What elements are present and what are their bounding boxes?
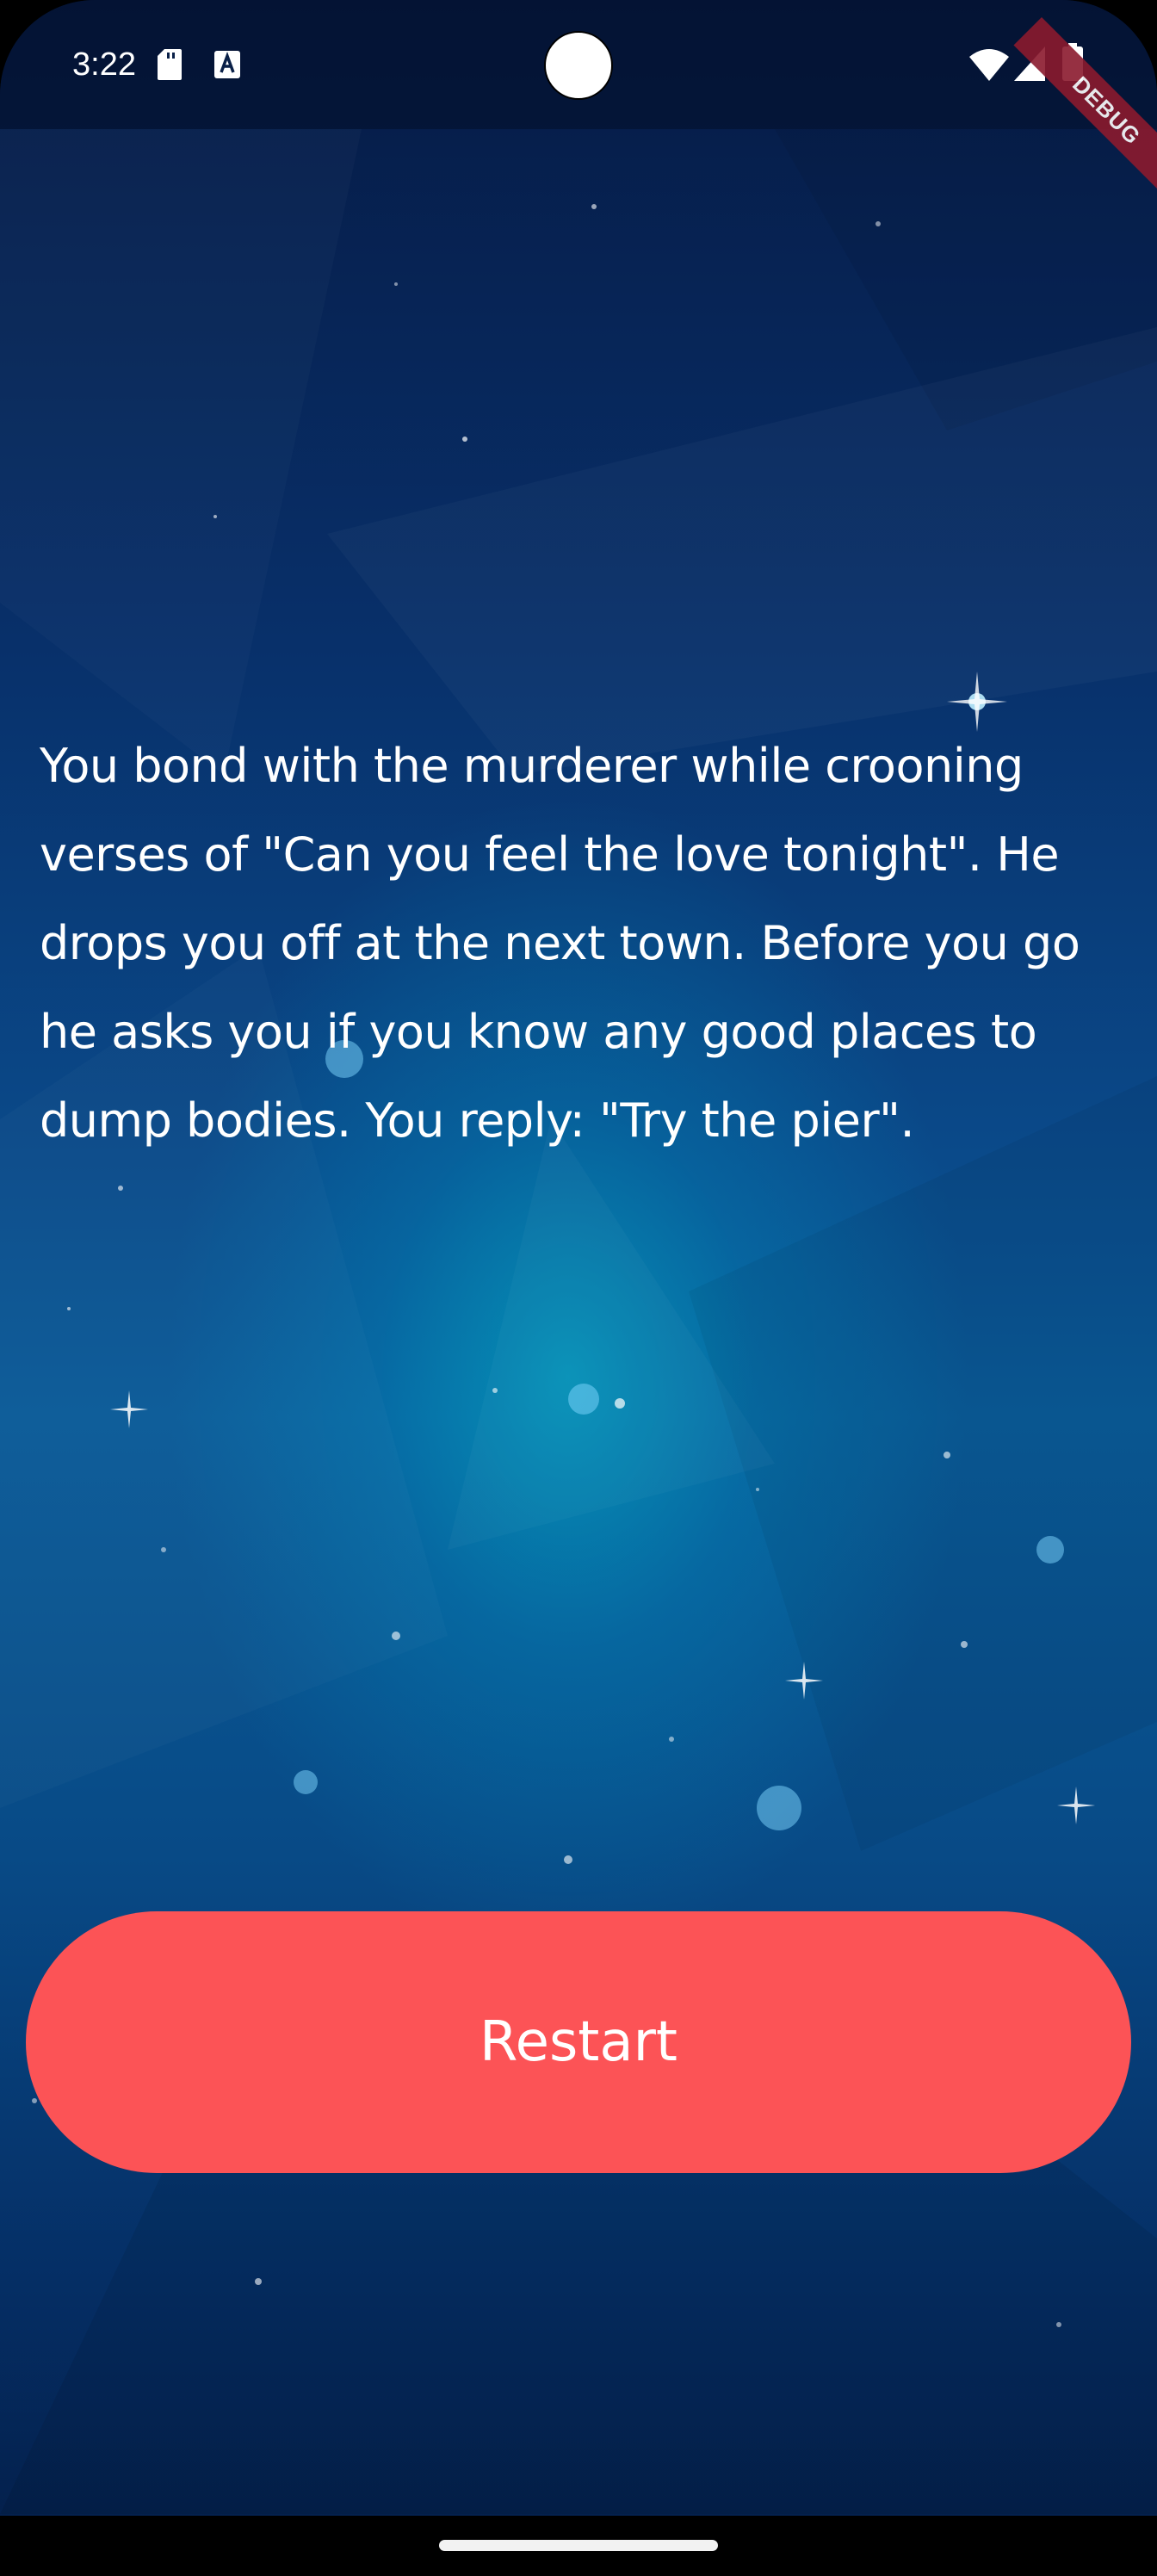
app-screen: 3:22 DEBUG You bond with the murderer wh… [0, 0, 1157, 2576]
starfield-background [0, 129, 1157, 2514]
story-text: You bond with the murderer while croonin… [40, 739, 1080, 1148]
sd-card-icon [158, 49, 182, 80]
sparkle-icon [110, 1390, 148, 1428]
sparkle-icon [785, 1662, 823, 1700]
a-icon [214, 51, 240, 78]
front-camera [544, 31, 613, 100]
status-time: 3:22 [72, 46, 136, 83]
status-bar: 3:22 [0, 0, 1157, 129]
sparkle-icon [1057, 1786, 1095, 1824]
wifi-icon [969, 49, 1009, 81]
restart-button[interactable]: Restart [26, 1911, 1131, 2173]
home-indicator[interactable] [439, 2540, 718, 2551]
